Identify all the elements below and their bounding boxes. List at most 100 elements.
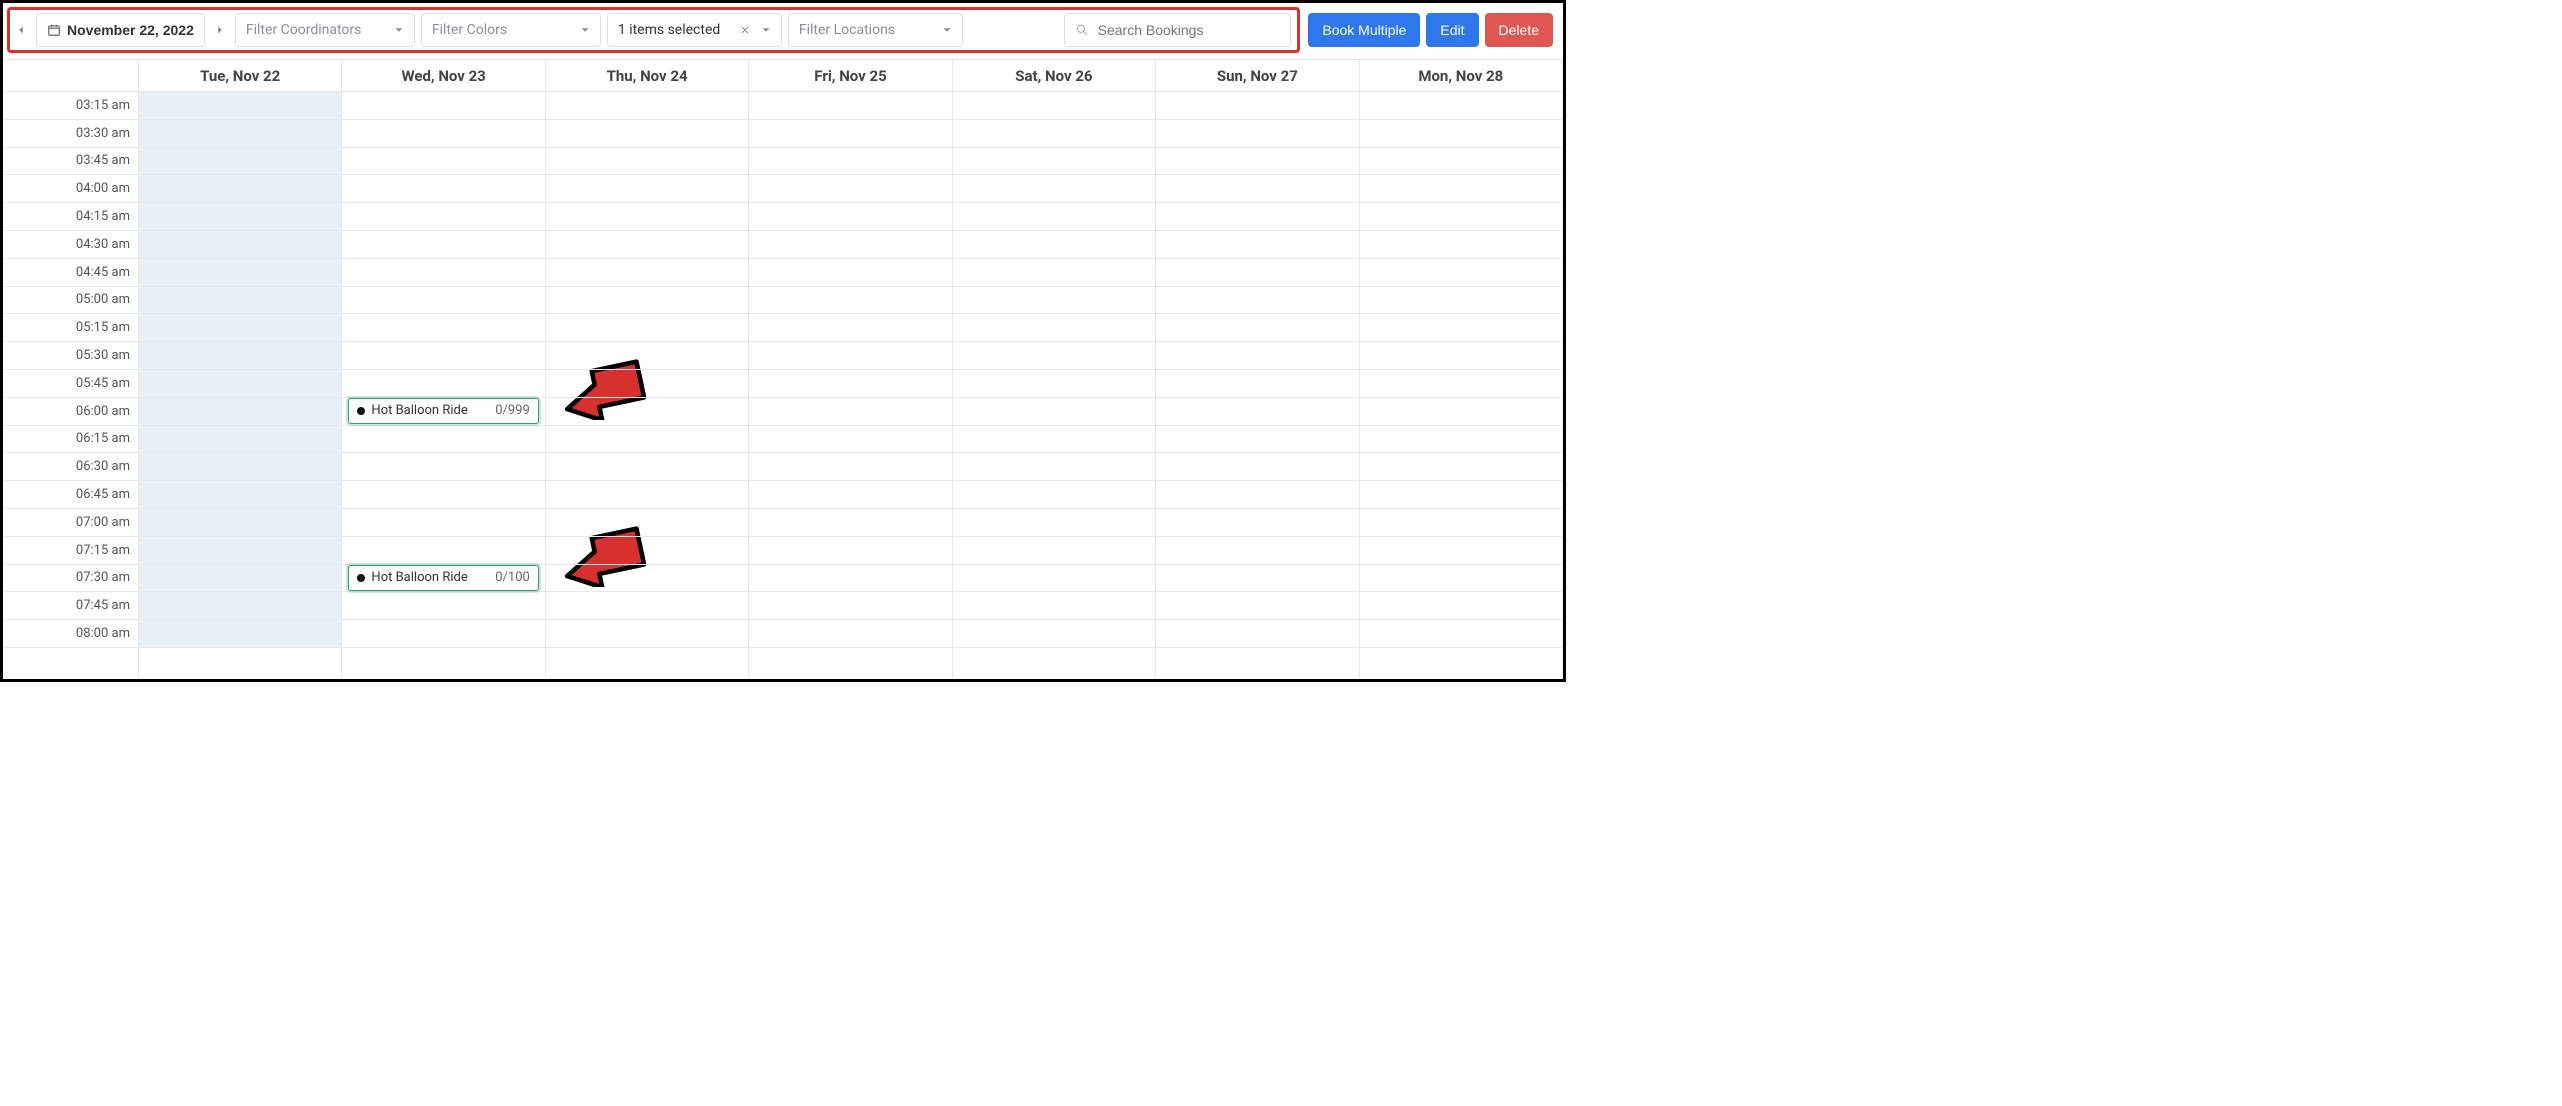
calendar-cell[interactable]	[1156, 565, 1358, 593]
calendar-cell[interactable]	[1360, 453, 1562, 481]
calendar-cell[interactable]	[139, 398, 341, 426]
filter-coordinators-select[interactable]: Filter Coordinators	[235, 13, 415, 47]
calendar-cell[interactable]	[1156, 426, 1358, 454]
calendar-cell[interactable]	[749, 287, 951, 315]
calendar-cell[interactable]	[546, 565, 748, 593]
calendar-cell[interactable]	[342, 120, 544, 148]
calendar-cell[interactable]	[546, 287, 748, 315]
calendar-cell[interactable]	[953, 287, 1155, 315]
calendar-cell[interactable]	[342, 620, 544, 648]
calendar-cell[interactable]	[953, 426, 1155, 454]
calendar-cell[interactable]	[1360, 287, 1562, 315]
calendar-cell[interactable]	[749, 481, 951, 509]
calendar-cell[interactable]	[953, 314, 1155, 342]
book-multiple-button[interactable]: Book Multiple	[1308, 13, 1420, 47]
calendar-cell[interactable]	[546, 453, 748, 481]
calendar-cell[interactable]	[1360, 565, 1562, 593]
calendar-cell[interactable]	[546, 620, 748, 648]
search-input[interactable]	[1098, 22, 1281, 38]
calendar-cell[interactable]	[1360, 370, 1562, 398]
calendar-cell[interactable]	[139, 342, 341, 370]
calendar-cell[interactable]	[1360, 592, 1562, 620]
calendar-cell[interactable]	[953, 453, 1155, 481]
calendar-cell[interactable]	[139, 175, 341, 203]
calendar-cell[interactable]	[953, 509, 1155, 537]
calendar-cell[interactable]	[1156, 203, 1358, 231]
calendar-cell[interactable]	[1156, 398, 1358, 426]
calendar-cell[interactable]	[953, 592, 1155, 620]
calendar-cell[interactable]	[546, 231, 748, 259]
calendar-cell[interactable]	[139, 453, 341, 481]
calendar-cell[interactable]	[1156, 148, 1358, 176]
prev-week-button[interactable]	[12, 15, 30, 45]
calendar-cell[interactable]	[1156, 509, 1358, 537]
calendar-cell[interactable]	[139, 259, 341, 287]
calendar-cell[interactable]	[1156, 175, 1358, 203]
edit-button[interactable]: Edit	[1426, 13, 1478, 47]
calendar-cell[interactable]	[1360, 231, 1562, 259]
calendar-cell[interactable]	[749, 92, 951, 120]
calendar-cell[interactable]	[342, 259, 544, 287]
calendar-cell[interactable]	[546, 509, 748, 537]
calendar-cell[interactable]	[342, 426, 544, 454]
calendar-cell[interactable]	[749, 203, 951, 231]
calendar-cell[interactable]	[139, 231, 341, 259]
calendar-cell[interactable]	[1156, 342, 1358, 370]
delete-button[interactable]: Delete	[1485, 13, 1553, 47]
clear-selection-icon[interactable]	[739, 24, 751, 36]
calendar-cell[interactable]	[342, 92, 544, 120]
calendar-cell[interactable]	[342, 314, 544, 342]
booking-event[interactable]: Hot Balloon Ride0/999	[348, 398, 538, 424]
calendar-cell[interactable]	[1360, 426, 1562, 454]
calendar-cell[interactable]	[546, 175, 748, 203]
calendar-cell[interactable]	[1156, 481, 1358, 509]
day-body[interactable]	[1156, 92, 1358, 648]
calendar-cell[interactable]	[139, 620, 341, 648]
calendar-cell[interactable]	[953, 148, 1155, 176]
calendar-cell[interactable]	[1156, 287, 1358, 315]
calendar-cell[interactable]	[139, 92, 341, 120]
day-body[interactable]	[1360, 92, 1562, 648]
calendar-cell[interactable]	[139, 509, 341, 537]
calendar-cell[interactable]	[342, 287, 544, 315]
day-body[interactable]	[749, 92, 951, 648]
calendar-cell[interactable]	[1156, 259, 1358, 287]
calendar-cell[interactable]	[1360, 620, 1562, 648]
calendar-cell[interactable]	[953, 398, 1155, 426]
calendar-cell[interactable]	[546, 92, 748, 120]
calendar-cell[interactable]	[342, 509, 544, 537]
calendar-cell[interactable]	[1360, 259, 1562, 287]
calendar-cell[interactable]	[139, 481, 341, 509]
calendar-cell[interactable]	[546, 537, 748, 565]
calendar-cell[interactable]	[546, 370, 748, 398]
calendar-cell[interactable]	[342, 592, 544, 620]
calendar-cell[interactable]	[139, 565, 341, 593]
day-body[interactable]	[546, 92, 748, 648]
calendar-cell[interactable]	[546, 314, 748, 342]
calendar-cell[interactable]	[139, 120, 341, 148]
calendar-cell[interactable]	[953, 92, 1155, 120]
calendar-cell[interactable]	[342, 175, 544, 203]
calendar-cell[interactable]	[546, 342, 748, 370]
calendar-cell[interactable]	[1156, 592, 1358, 620]
calendar-cell[interactable]	[342, 370, 544, 398]
calendar-cell[interactable]	[1156, 537, 1358, 565]
search-bookings[interactable]	[1064, 13, 1291, 47]
filter-items-select[interactable]: 1 items selected	[607, 13, 782, 47]
calendar-cell[interactable]	[749, 453, 951, 481]
calendar-cell[interactable]	[546, 426, 748, 454]
filter-colors-select[interactable]: Filter Colors	[421, 13, 601, 47]
calendar-cell[interactable]	[953, 537, 1155, 565]
calendar-cell[interactable]	[1360, 314, 1562, 342]
calendar-cell[interactable]	[139, 370, 341, 398]
calendar-cell[interactable]	[953, 342, 1155, 370]
calendar-cell[interactable]	[953, 259, 1155, 287]
calendar-cell[interactable]	[139, 592, 341, 620]
calendar-cell[interactable]	[342, 453, 544, 481]
calendar-cell[interactable]	[1360, 148, 1562, 176]
calendar-cell[interactable]	[1156, 314, 1358, 342]
calendar-cell[interactable]	[139, 203, 341, 231]
calendar-cell[interactable]	[953, 370, 1155, 398]
calendar-cell[interactable]	[953, 231, 1155, 259]
calendar-cell[interactable]	[546, 203, 748, 231]
